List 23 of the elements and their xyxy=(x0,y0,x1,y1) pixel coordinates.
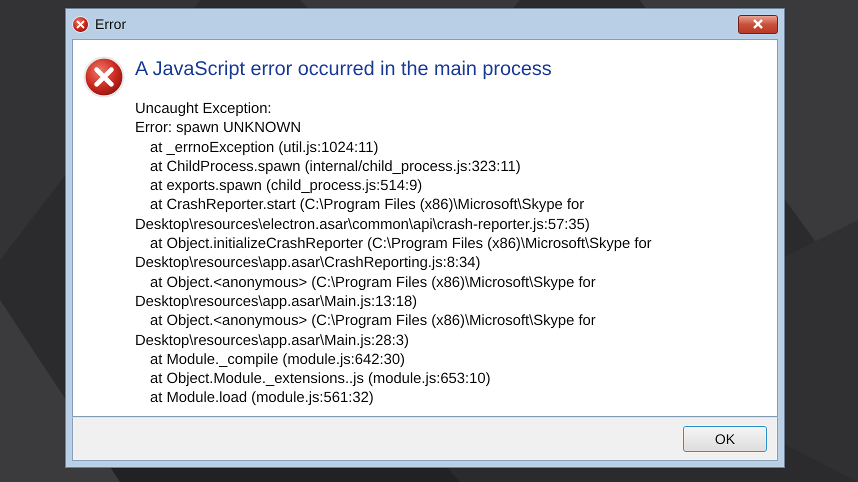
message-line: at Object.Module._extensions..js (module.js:653:10) xyxy=(149,370,492,390)
error-icon xyxy=(83,56,125,98)
message-line: Desktop\resources\app.asar\Main.js:13:18) xyxy=(135,292,418,312)
message-line: Desktop\resources\app.asar\CrashReporting.js:8:34) xyxy=(135,254,482,274)
message-line: at Module._compile (module.js:642:30) xyxy=(149,350,406,370)
message-line: Desktop\resources\app.asar\Main.js:28:3) xyxy=(135,332,410,351)
error-icon xyxy=(72,16,89,32)
message-line: at ChildProcess.spawn (internal/child_process.js:323:11) xyxy=(149,158,522,177)
message-line: at Object.<anonymous> (C:\Program Files (x86)\Microsoft\Skype for xyxy=(149,274,597,293)
message-line: at Object.<anonymous> (C:\Program Files (x86)\Microsoft\Skype for xyxy=(149,312,597,332)
message-line: Uncaught Exception: xyxy=(135,100,273,119)
window-title: Error xyxy=(95,16,126,32)
message-line: at _errnoException (util.js:1024:11) xyxy=(149,138,380,158)
message-line: at exports.spawn (child_process.js:514:9) xyxy=(149,177,424,196)
close-button[interactable] xyxy=(738,14,778,34)
close-icon xyxy=(752,19,764,29)
message-line: Desktop\resources\electron.asar\common\api\crash-reporter.js:57:35) xyxy=(135,216,591,235)
error-heading: A JavaScript error occurred in the main process xyxy=(135,58,553,81)
message-line: at CrashReporter.start (C:\Program Files (x86)\Microsoft\Skype for xyxy=(149,196,586,216)
message-line: at Object.initializeCrashReporter (C:\Program Files (x86)\Microsoft\Skype for xyxy=(149,235,652,254)
ok-button[interactable]: OK xyxy=(683,426,767,452)
message-line: at Module.load (module.js:561:32) xyxy=(149,389,375,408)
message-line: Error: spawn UNKNOWN xyxy=(135,119,302,138)
